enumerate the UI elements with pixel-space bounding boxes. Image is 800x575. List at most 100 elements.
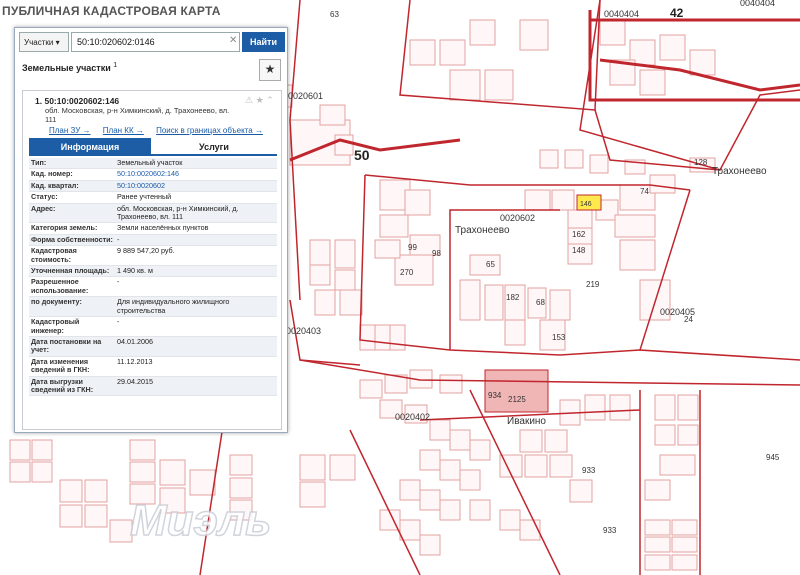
parcel-number: 98 [432, 249, 441, 258]
attr-value: 9 889 547,20 руб. [117, 246, 175, 256]
parcel-number-highlighted: 146 [580, 201, 592, 208]
plan-zu-link[interactable]: План ЗУ → [49, 126, 91, 135]
warning-icon[interactable]: ⚠ [245, 95, 253, 105]
parcel-number: 63 [330, 10, 339, 19]
attr-row: Дата изменения сведений в ГКН: 11.12.2013 [29, 357, 277, 377]
find-button[interactable]: Найти [242, 32, 285, 52]
region-label: 50 [354, 147, 370, 163]
quarter-label-1: 0020601 [288, 91, 323, 101]
attr-value: 04.01.2006 [117, 336, 153, 346]
parcel-number: 934 [488, 391, 502, 400]
attr-row: Кад. номер: 50:10:0020602:146 [29, 169, 277, 181]
watermark-logo: Миэль [130, 496, 271, 545]
attr-value: 11.12.2013 [117, 356, 153, 366]
parcel-number: 153 [552, 333, 566, 342]
attr-key: по документу: [31, 297, 82, 307]
star-outline-icon[interactable]: ★ [256, 95, 264, 105]
attr-value: - [117, 234, 120, 244]
quarter-label-7: 0040404 [740, 0, 775, 8]
result-cad-number[interactable]: 50:10:0020602:146 [44, 96, 119, 106]
plan-kk-link[interactable]: План КК → [103, 126, 144, 135]
quarter-label-3: 0020403 [286, 326, 321, 336]
attr-key: Тип: [31, 158, 47, 167]
search-type-select[interactable]: Участки [19, 32, 69, 52]
app-title: ПУБЛИЧНАЯ КАДАСТРОВАЯ КАРТА [0, 3, 223, 19]
card-tools: ⚠ ★ ⌃ [245, 95, 274, 106]
parcel-number: 148 [572, 246, 586, 255]
clear-icon[interactable]: ✕ [229, 35, 237, 46]
attr-key: Форма собственности: [31, 234, 113, 244]
attr-row: Тип: Земельный участок [29, 158, 277, 170]
parcel-number: 162 [572, 230, 586, 239]
attr-key: Кадастровая стоимость: [31, 246, 77, 264]
parcel-number: 24 [684, 315, 693, 324]
attr-key: Статус: [31, 192, 58, 202]
attr-key: Категория земель: [31, 223, 98, 233]
attr-key: Разрешенное использование: [31, 277, 89, 295]
attr-value: - [117, 277, 120, 287]
attr-value: 29.04.2015 [117, 376, 153, 386]
parcel-number: 99 [408, 243, 417, 252]
attr-value: 1 490 кв. м [117, 266, 153, 276]
attr-value: Земельный участок [117, 158, 183, 167]
result-address: обл. Московская, р-н Химкинский, д. Трах… [45, 106, 230, 124]
parcel-number: 933 [603, 526, 617, 535]
section-title-text: Земельные участки [22, 63, 111, 73]
attr-row: Разрешенное использование: - [29, 277, 277, 298]
attr-row: Форма собственности: - [29, 234, 277, 247]
parcel-number: 65 [486, 260, 495, 269]
section-title: Земельные участки 1 [22, 62, 117, 73]
attr-row: Адрес: обл. Московская, р-н Химкинский, д… [29, 203, 277, 224]
attr-row: Кад. квартал: 50:10:0020602 [29, 180, 277, 193]
favorite-star-icon[interactable]: ★ [259, 59, 281, 81]
tab-information[interactable]: Информация [29, 138, 151, 156]
search-panel: Участки ✕ Найти Земельные участки 1 ★ 1.… [14, 27, 288, 433]
tab-services[interactable]: Услуги [151, 138, 277, 156]
village-label-1: Трахонеево [455, 225, 510, 236]
attr-key: Уточненная площадь: [31, 266, 110, 276]
attr-key: Дата постановки на учет: [31, 336, 102, 355]
attr-row: Статус: Ранее учтенный [29, 192, 277, 204]
quarter-label-6: 0040404 [604, 9, 639, 19]
parcel-number: 219 [586, 280, 600, 289]
village-label-3: Ивакино [507, 416, 546, 427]
result-card: 1. 50:10:0020602:146 обл. Московская, р-… [22, 90, 282, 430]
attributes-table: Тип: Земельный участок Кад. номер: 50:10:0… [29, 158, 277, 397]
attr-key: Кадастровый инженер: [31, 317, 80, 335]
attr-value: Земли населённых пунктов [117, 223, 209, 233]
search-input[interactable] [71, 32, 240, 52]
result-title[interactable]: 1. 50:10:0020602:146 [35, 96, 119, 106]
attr-key: Адрес: [31, 203, 56, 213]
attr-value: обл. Московская, р-н Химкинский, д. Трах… [117, 203, 239, 222]
village-label-2: Трахонеево [712, 166, 767, 177]
result-count: 1 [113, 62, 118, 69]
attr-row: по документу: Для индивидуального жилищно… [29, 297, 277, 318]
region-label-2: 42 [670, 6, 684, 20]
quarter-label-2: 0020602 [500, 213, 535, 223]
attr-value: - [117, 317, 120, 327]
attr-row: Кадастровая стоимость: 9 889 547,20 руб. [29, 246, 277, 267]
collapse-icon[interactable]: ⌃ [266, 95, 274, 105]
parcel-number: 128 [694, 158, 708, 167]
parcel-number: 945 [766, 453, 780, 462]
parcel-number: 933 [582, 466, 596, 475]
attr-value-link[interactable]: 50:10:0020602 [115, 181, 277, 191]
attr-value-link[interactable]: 50:10:0020602:146 [115, 169, 277, 179]
attr-row: Дата постановки на учет: 04.01.2006 [29, 336, 277, 357]
parcel-number: 182 [506, 293, 520, 302]
attr-row: Кадастровый инженер: - [29, 317, 277, 337]
attr-value: Ранее учтенный [117, 192, 172, 202]
attr-key: Дата изменения сведений в ГКН: [31, 356, 90, 375]
attr-row: Категория земель: Земли населённых пункто… [29, 223, 277, 235]
search-in-bounds-link[interactable]: Поиск в границах объекта → [156, 126, 263, 135]
result-links: План ЗУ → План КК → Поиск в границах объ… [49, 126, 273, 135]
quarter-label-4: 0020402 [395, 412, 430, 422]
attr-value: Для индивидуального жилищного строительс… [117, 297, 230, 315]
attr-row: Дата выгрузки сведений из ГКН: 29.04.2015 [29, 376, 277, 397]
attr-key: Кад. номер: [31, 169, 73, 179]
search-bar: Участки ✕ Найти [19, 32, 285, 54]
parcel-number: 2125 [508, 395, 526, 404]
result-number: 1. [35, 96, 43, 106]
attr-key: Кад. квартал: [31, 180, 79, 190]
parcel-number: 68 [536, 298, 545, 307]
